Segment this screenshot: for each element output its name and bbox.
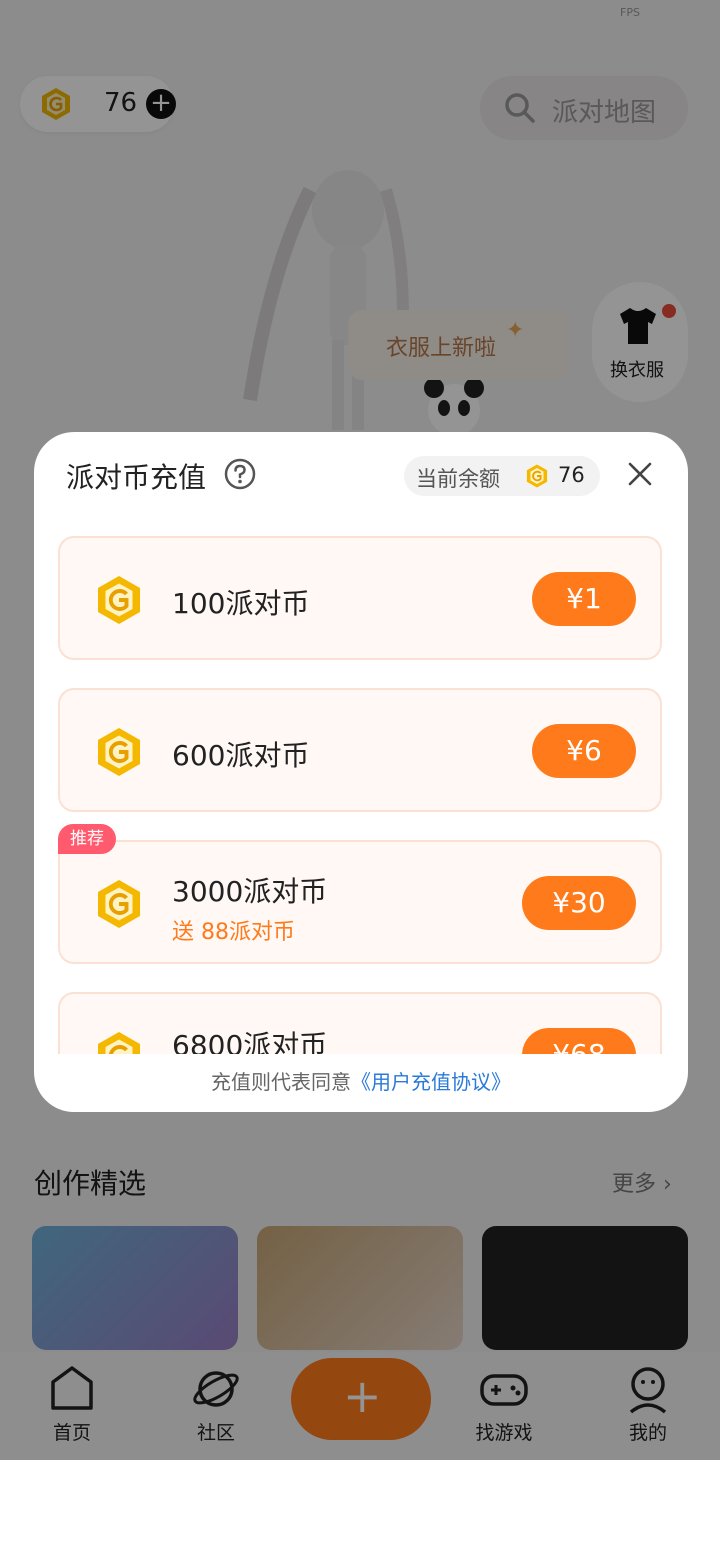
balance-value: 76 <box>558 463 585 487</box>
price-button[interactable]: ¥68 <box>522 1028 636 1054</box>
package-item[interactable]: 100派对币 ¥1 <box>58 536 662 660</box>
help-icon[interactable] <box>224 458 256 490</box>
coin-icon <box>98 576 140 624</box>
price-button[interactable]: ¥6 <box>532 724 636 778</box>
coin-icon <box>98 1032 140 1054</box>
package-item-recommended[interactable]: 3000派对币 送 88派对币 ¥30 <box>58 840 662 964</box>
close-icon[interactable] <box>626 460 654 488</box>
package-amount: 3000派对币 <box>172 875 328 908</box>
current-balance: 当前余额 76 <box>404 456 600 496</box>
agreement-text: 充值则代表同意《用户充值协议》 <box>34 1066 688 1095</box>
package-list[interactable]: 100派对币 ¥1 600派对币 ¥6 3000派对币 送 88派对币 ¥30 … <box>34 532 688 1054</box>
package-amount: 6800派对币 <box>172 1029 328 1054</box>
package-bonus: 送 88派对币 <box>172 920 295 945</box>
package-amount: 100派对币 <box>172 587 310 620</box>
price-button[interactable]: ¥30 <box>522 876 636 930</box>
package-item[interactable]: 600派对币 ¥6 <box>58 688 662 812</box>
coin-icon <box>98 728 140 776</box>
coin-icon <box>526 464 548 488</box>
agreement-prefix: 充值则代表同意 <box>211 1070 351 1094</box>
recommend-tag: 推荐 <box>58 824 116 854</box>
price-button[interactable]: ¥1 <box>532 572 636 626</box>
package-amount: 600派对币 <box>172 739 310 772</box>
coin-icon <box>98 880 140 928</box>
recharge-modal: 派对币充值 当前余额 76 100派对币 ¥1 600派对币 ¥6 3000派对… <box>34 432 688 1112</box>
modal-title: 派对币充值 <box>66 461 207 494</box>
app-screen: FPS 76 + 派对地图 衣服上新啦 ✦ 换衣服 创作精选 更多 › 首页 社… <box>0 0 720 1460</box>
agreement-link[interactable]: 《用户充值协议》 <box>351 1070 511 1094</box>
balance-label: 当前余额 <box>416 467 500 491</box>
package-item[interactable]: 6800派对币 ¥68 <box>58 992 662 1054</box>
